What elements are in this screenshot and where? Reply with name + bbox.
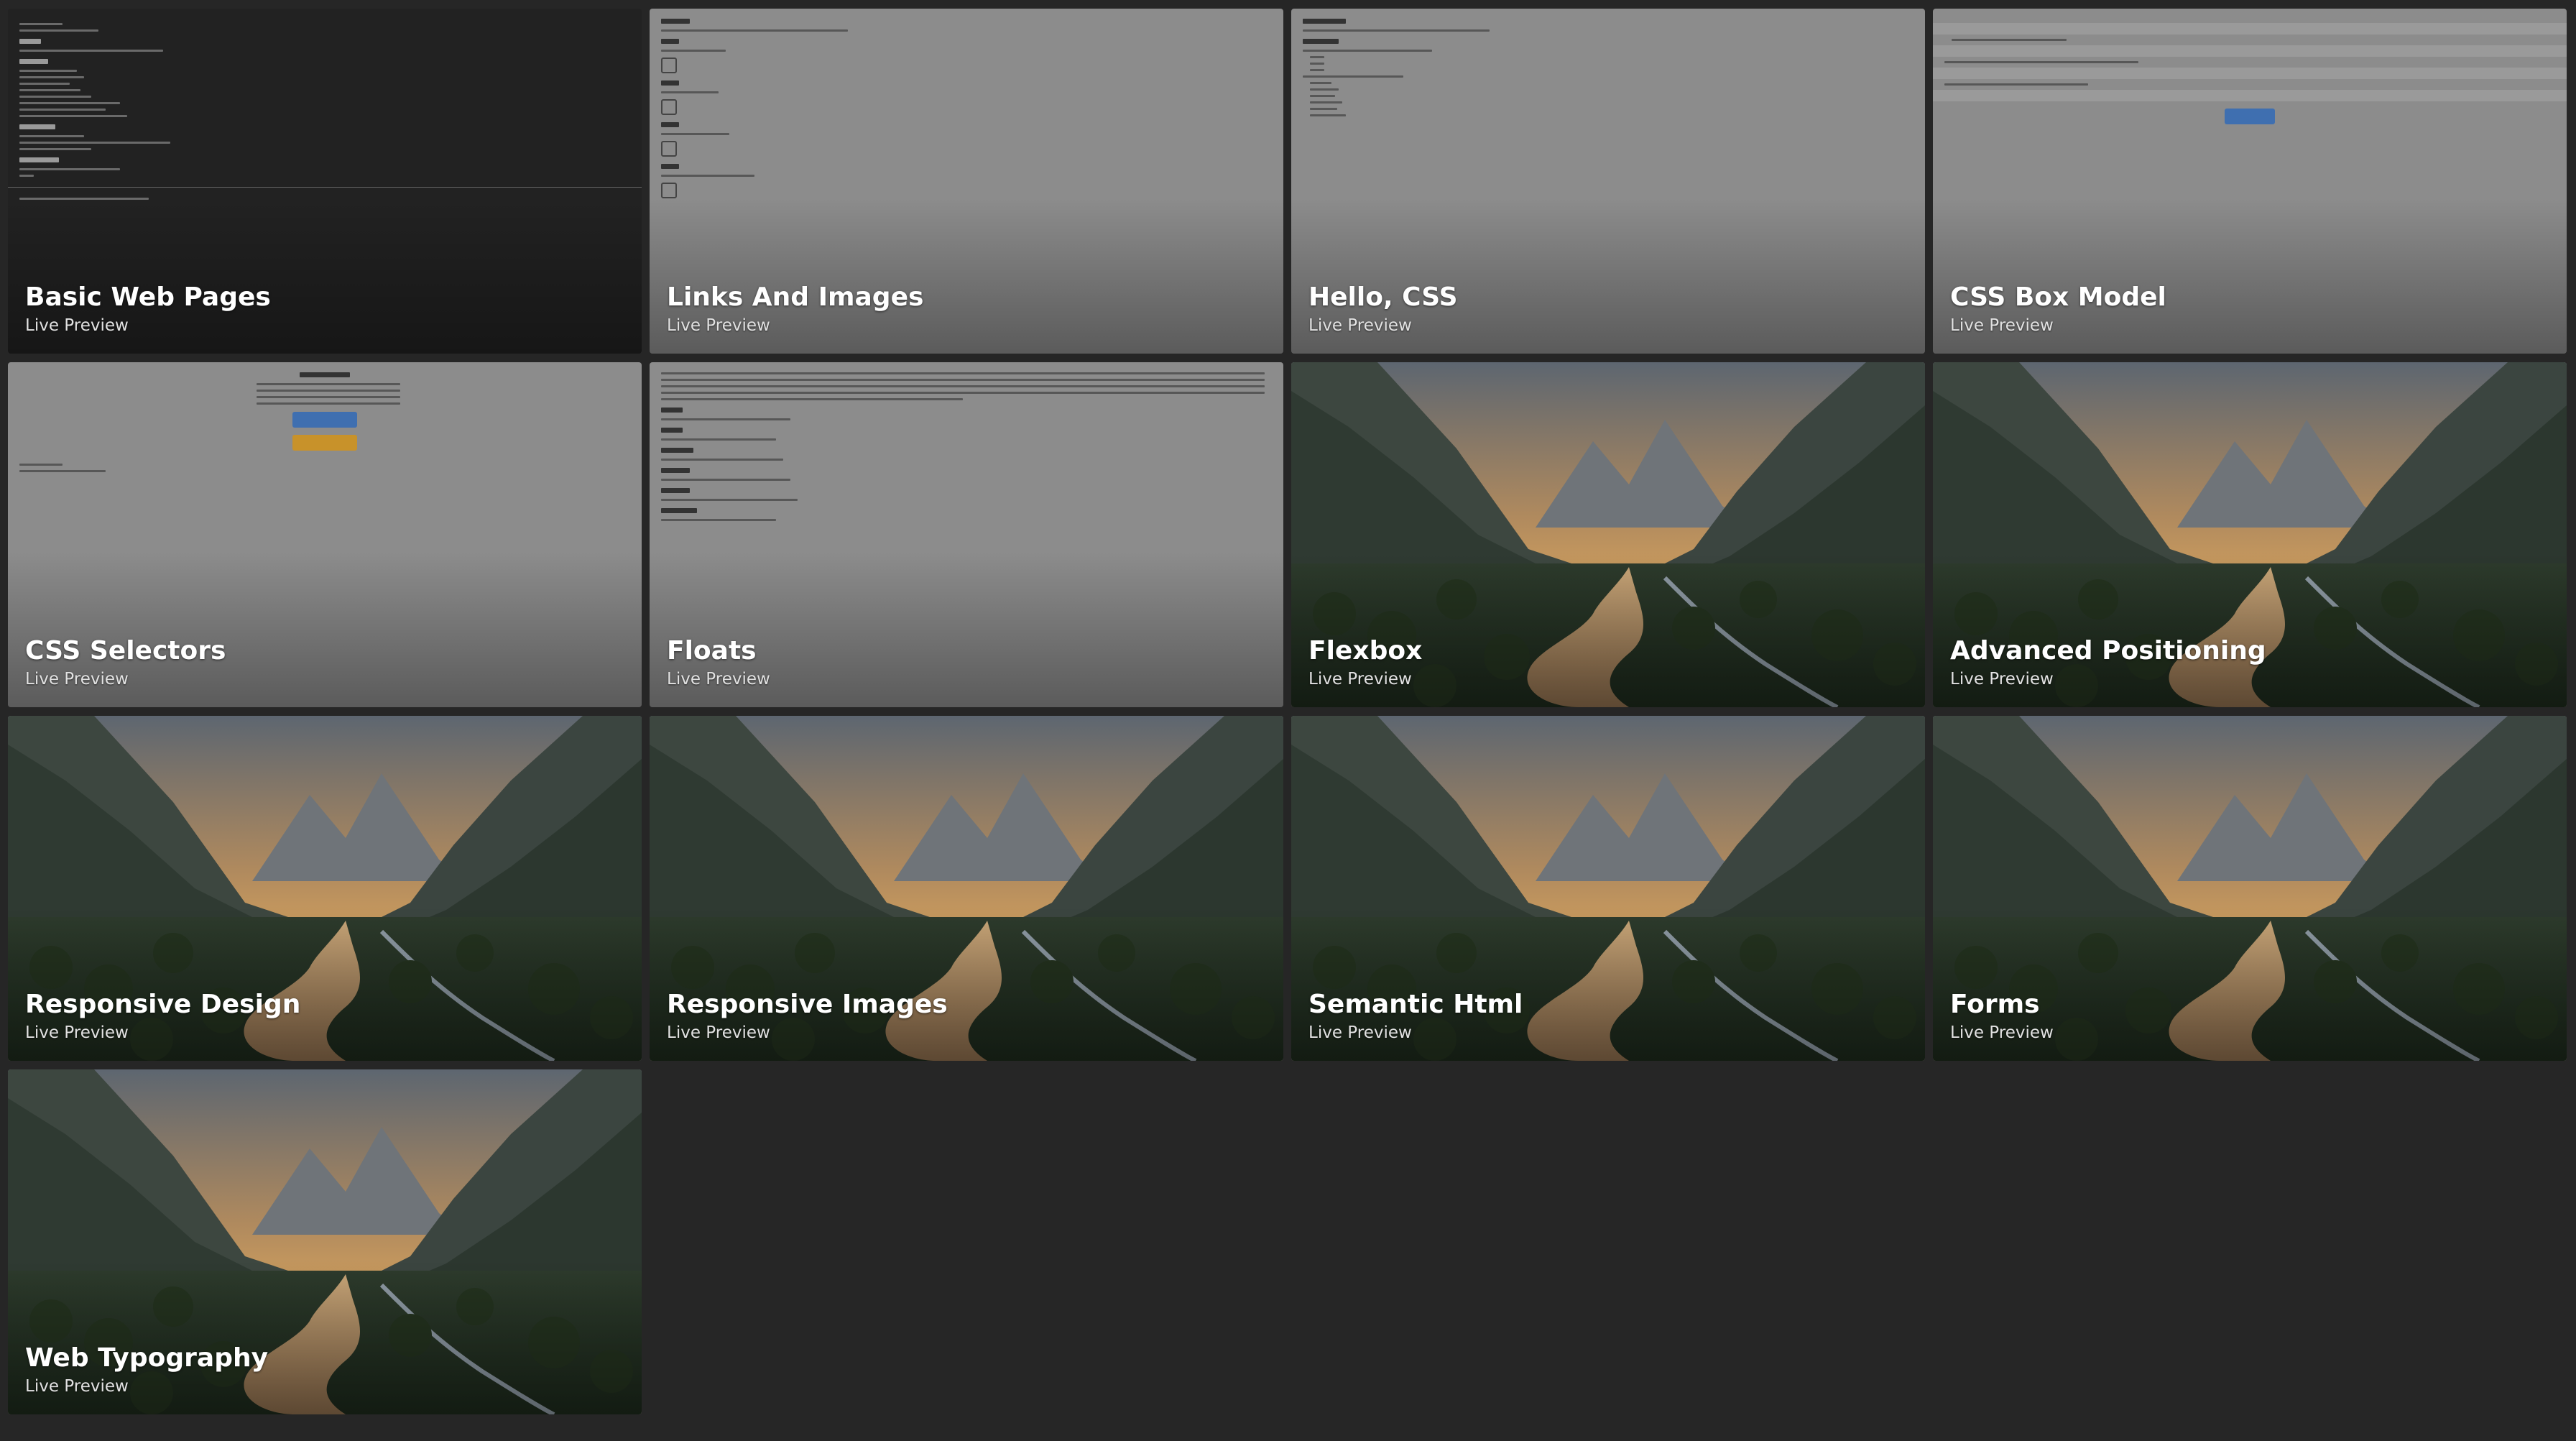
project-card-basic-web-pages[interactable]: Basic Web Pages Live Preview [8,9,642,354]
card-title: Basic Web Pages [25,282,271,312]
card-title: Flexbox [1308,636,1423,666]
project-card-css-selectors[interactable]: CSS Selectors Live Preview [8,362,642,707]
project-card-responsive-images[interactable]: Responsive Images Live Preview [650,716,1283,1061]
project-card-advanced-positioning[interactable]: Advanced Positioning Live Preview [1933,362,2567,707]
project-card-links-and-images[interactable]: Links And Images Live Preview [650,9,1283,354]
live-preview-label: Live Preview [667,316,770,335]
card-title: Responsive Design [25,990,301,1019]
project-card-forms[interactable]: Forms Live Preview [1933,716,2567,1061]
card-title: Semantic Html [1308,990,1523,1019]
live-preview-label: Live Preview [1308,670,1412,689]
project-card-flexbox[interactable]: Flexbox Live Preview [1291,362,1925,707]
project-card-css-box-model[interactable]: CSS Box Model Live Preview [1933,9,2567,354]
live-preview-label: Live Preview [1950,1023,2054,1042]
project-card-floats[interactable]: Floats Live Preview [650,362,1283,707]
live-preview-label: Live Preview [1308,316,1412,335]
live-preview-label: Live Preview [1950,316,2054,335]
live-preview-label: Live Preview [667,670,770,689]
card-title: Hello, CSS [1308,282,1458,312]
live-preview-label: Live Preview [667,1023,770,1042]
live-preview-label: Live Preview [1308,1023,1412,1042]
card-title: Links And Images [667,282,924,312]
card-title: Forms [1950,990,2040,1019]
card-title: CSS Box Model [1950,282,2166,312]
live-preview-label: Live Preview [1950,670,2054,689]
project-grid: Basic Web Pages Live Preview Links And I… [8,9,2567,1414]
card-title: CSS Selectors [25,636,226,666]
live-preview-label: Live Preview [25,670,129,689]
project-card-responsive-design[interactable]: Responsive Design Live Preview [8,716,642,1061]
card-title: Floats [667,636,757,666]
card-title: Web Typography [25,1343,269,1373]
live-preview-label: Live Preview [25,316,129,335]
live-preview-label: Live Preview [25,1377,129,1396]
project-card-web-typography[interactable]: Web Typography Live Preview [8,1069,642,1414]
card-title: Advanced Positioning [1950,636,2266,666]
project-card-semantic-html[interactable]: Semantic Html Live Preview [1291,716,1925,1061]
card-title: Responsive Images [667,990,948,1019]
project-card-hello-css[interactable]: Hello, CSS Live Preview [1291,9,1925,354]
live-preview-label: Live Preview [25,1023,129,1042]
